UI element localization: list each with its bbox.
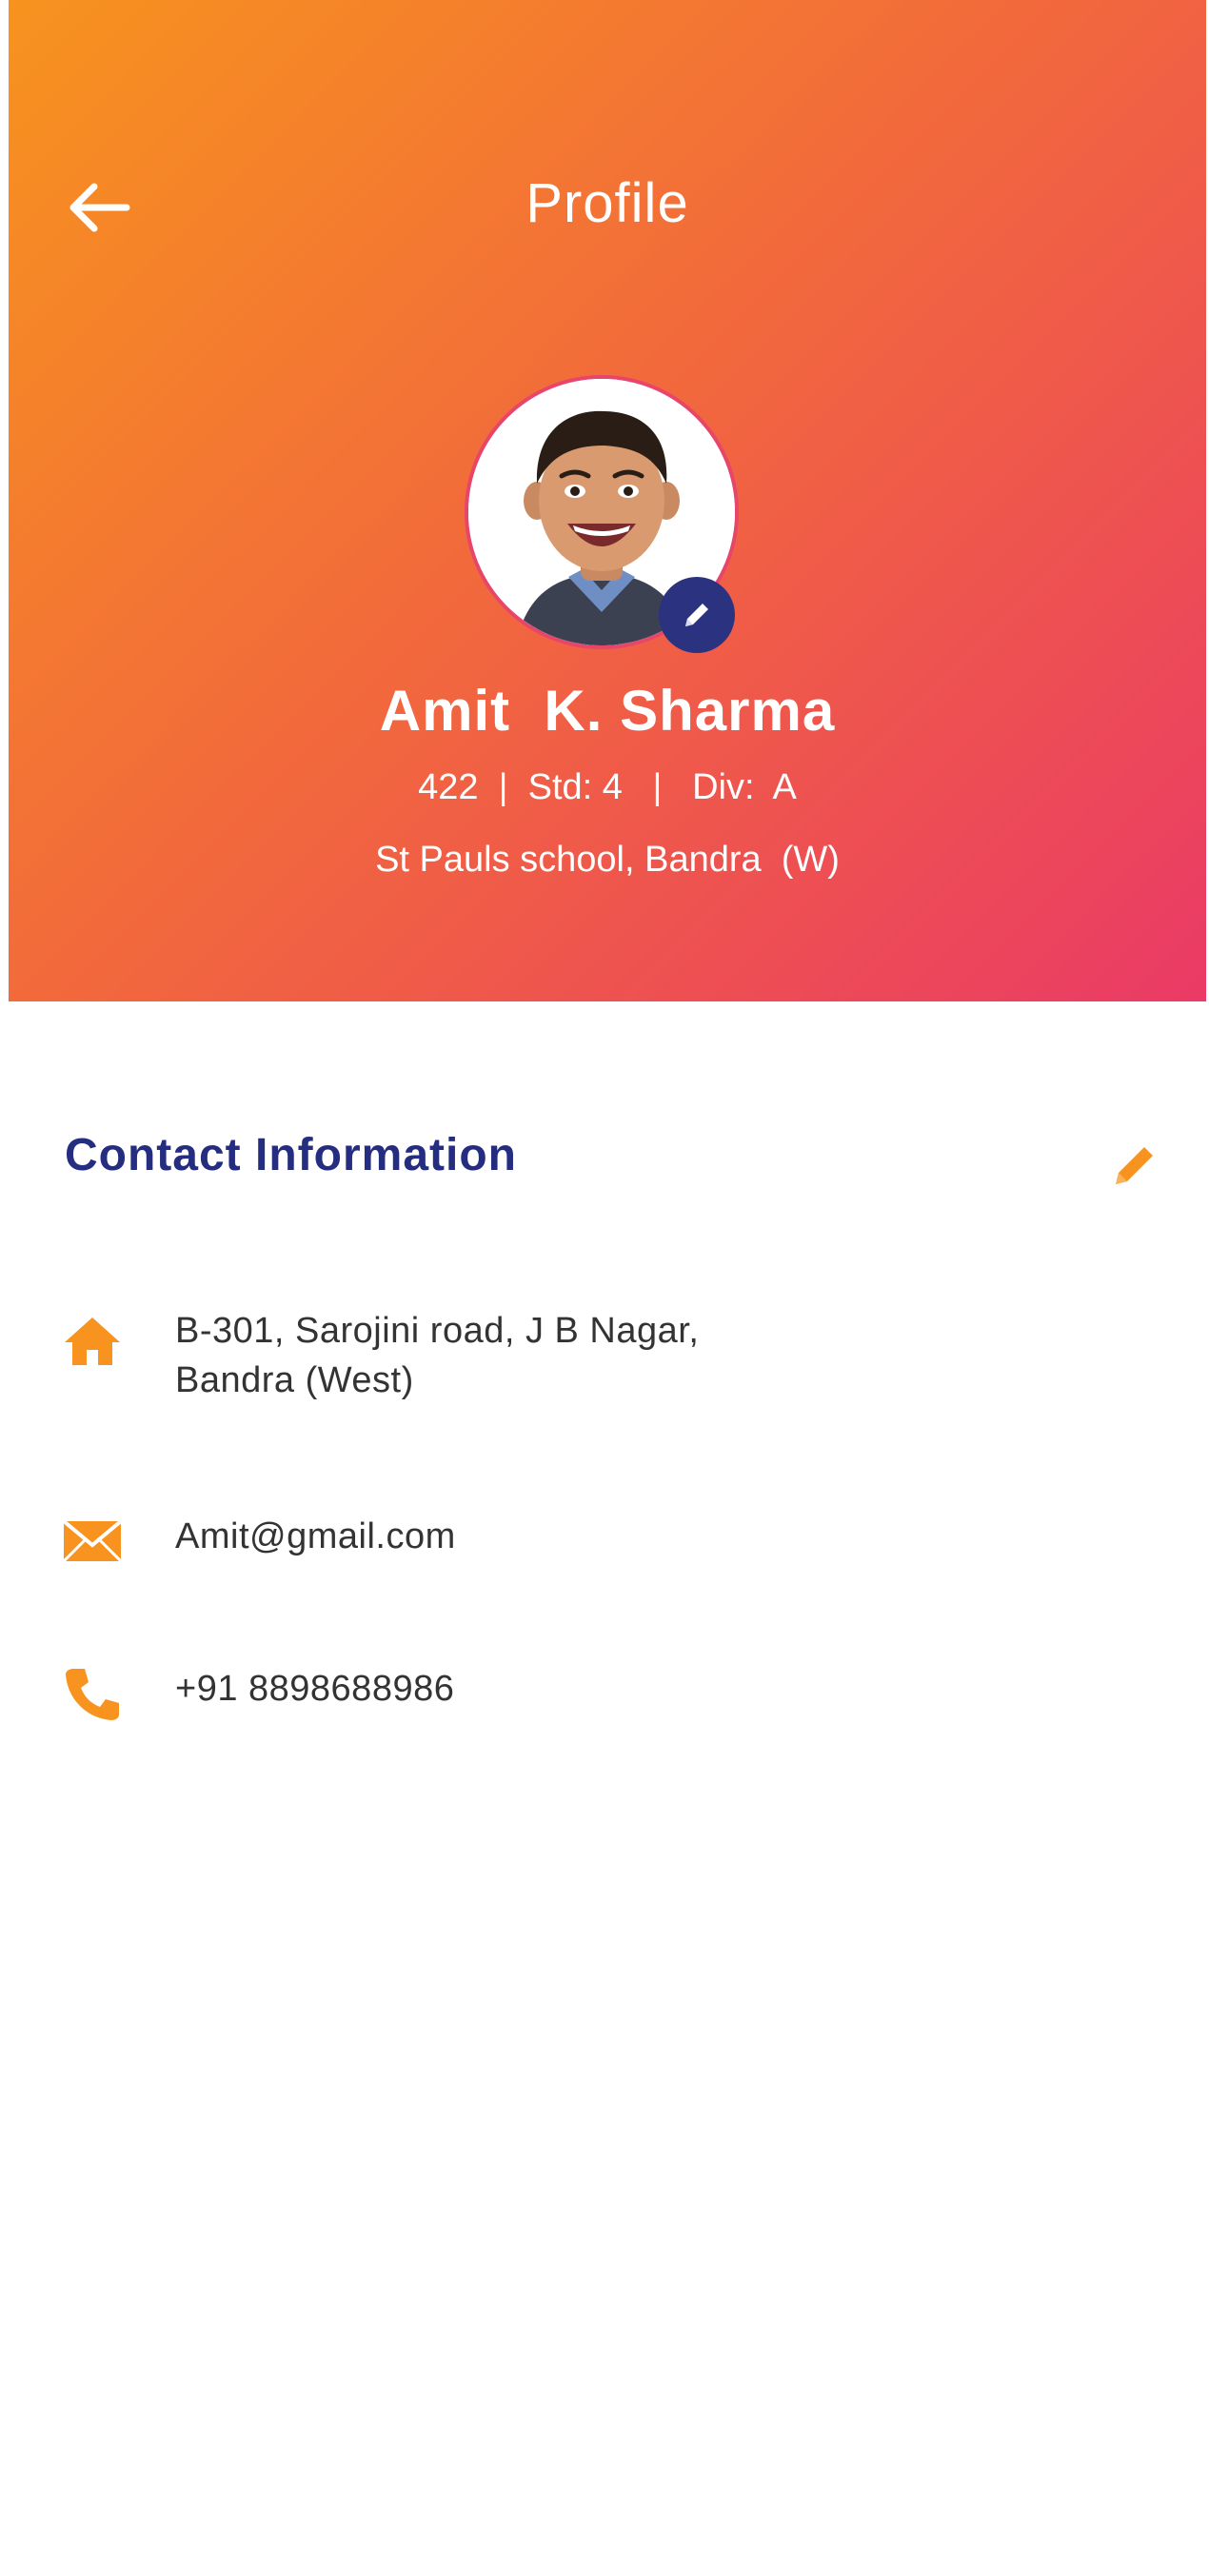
page-title: Profile [525,172,689,234]
profile-header: Profile Amit K. Sharma 422 | Std: 4 | Di… [9,0,1206,1001]
phone-text: +91 8898688986 [175,1669,455,1709]
phone-icon [61,1662,124,1725]
pencil-icon [685,604,708,626]
profile-screen: Profile Amit K. Sharma 422 | Std: 4 | Di… [0,0,1209,2576]
address-line-2: Bandra (West) [175,1360,414,1400]
edit-contact-button[interactable] [1108,1139,1161,1192]
address-line-1: B-301, Sarojini road, J B Nagar, [175,1311,700,1351]
pencil-icon [1116,1147,1153,1184]
student-school: St Pauls school, Bandra (W) [375,840,840,880]
student-meta: 422 | Std: 4 | Div: A [418,767,797,807]
envelope-icon [61,1510,124,1573]
email-text: Amit@gmail.com [175,1516,456,1556]
avatar-container [465,375,739,653]
contact-section-title: Contact Information [65,1130,517,1180]
student-name: Amit K. Sharma [379,679,836,743]
avatar-edit-button[interactable] [659,577,735,653]
address-text: B-301, Sarojini road, J B Nagar, Bandra … [175,1306,699,1405]
home-icon [61,1310,124,1373]
